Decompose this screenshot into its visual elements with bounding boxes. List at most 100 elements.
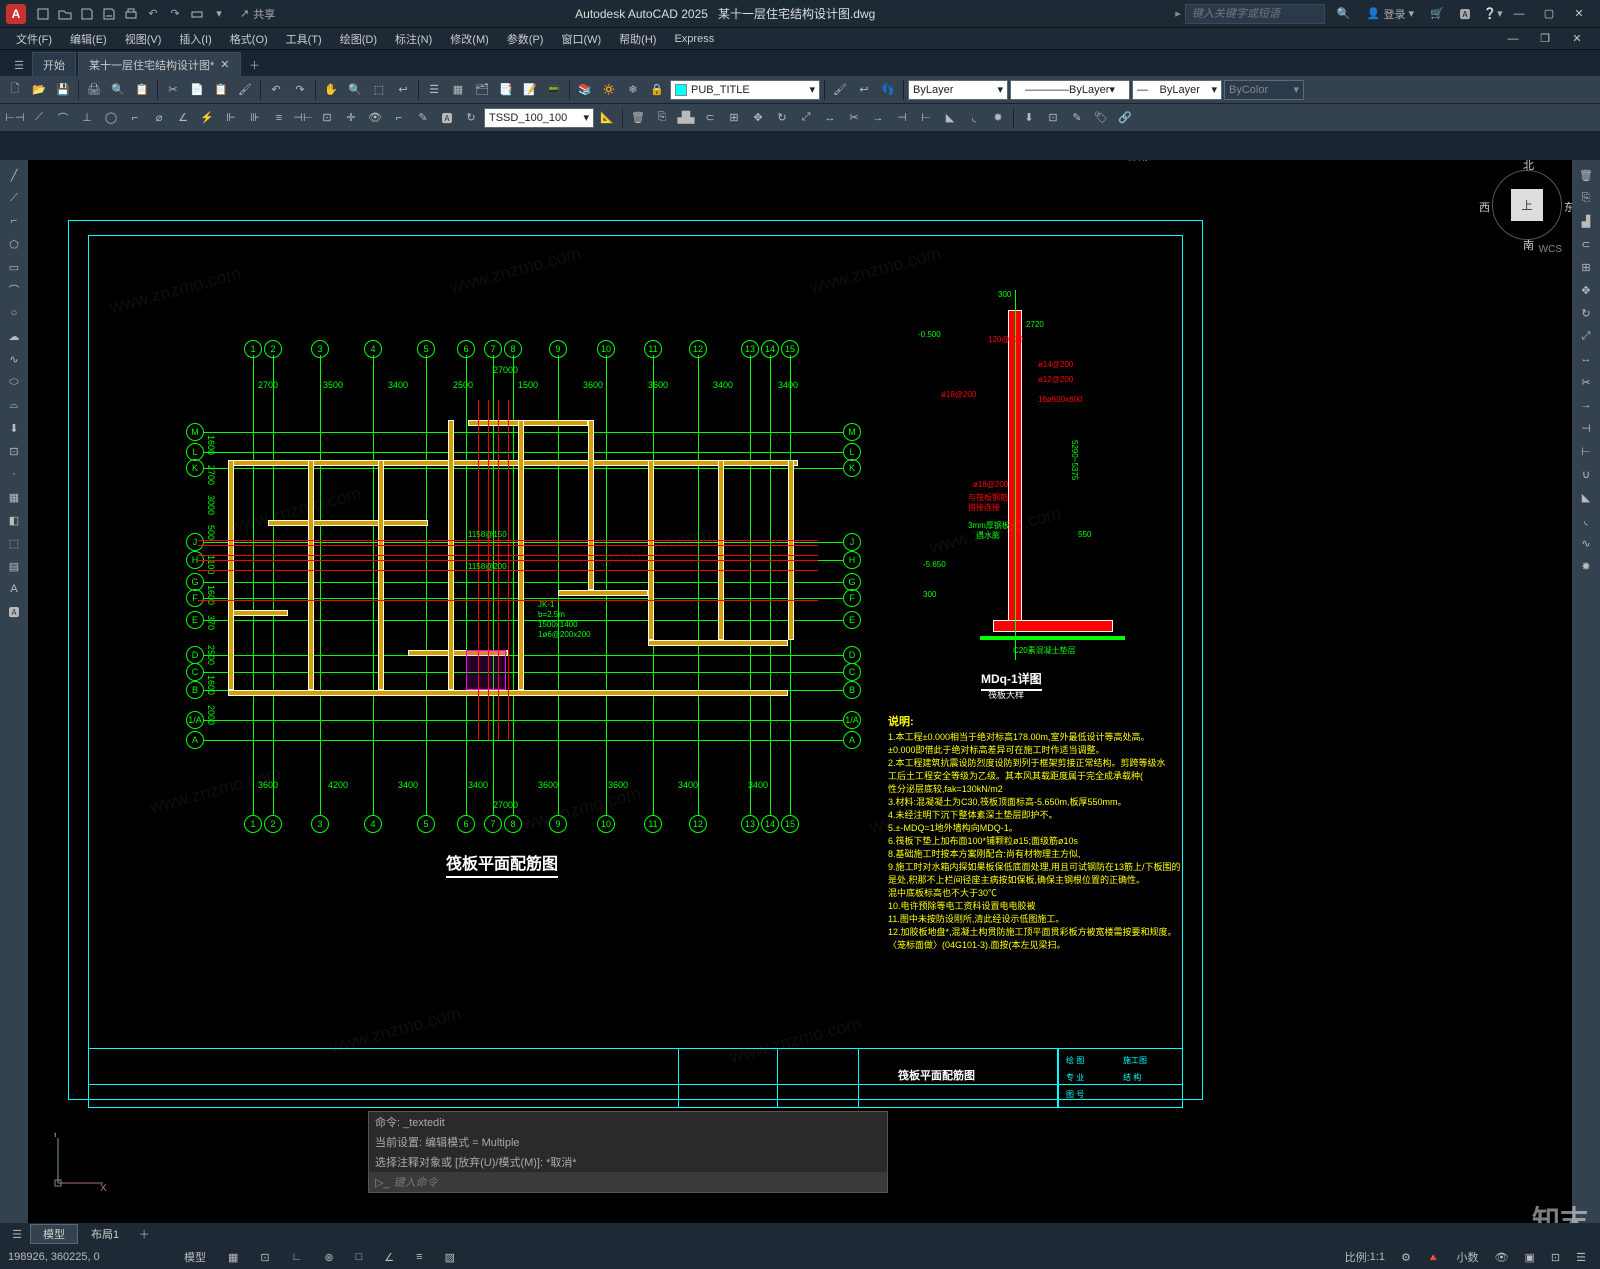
r-mirror-icon[interactable]: ▟: [1574, 210, 1598, 232]
r-array-icon[interactable]: ⊞: [1574, 256, 1598, 278]
menu-file[interactable]: 文件(F): [8, 29, 60, 49]
search-input[interactable]: [1185, 4, 1325, 24]
r2-dimsty-icon[interactable]: 📐: [596, 107, 618, 129]
status-clean-icon[interactable]: ⊡: [1545, 1247, 1566, 1267]
status-model[interactable]: 模型: [178, 1247, 212, 1267]
r1-qcalc-icon[interactable]: 📟: [543, 79, 565, 101]
r1-layeriso-icon[interactable]: ❄: [622, 79, 644, 101]
status-gear-icon[interactable]: ⚙: [1395, 1247, 1417, 1267]
cart-icon[interactable]: 🛒: [1426, 3, 1448, 25]
r2-dimed-icon[interactable]: ✎: [412, 107, 434, 129]
layout-menu-icon[interactable]: ☰: [4, 1223, 30, 1245]
qat-plot-icon[interactable]: [120, 3, 142, 25]
r2-dimjog-icon[interactable]: ⌐: [124, 107, 146, 129]
r-extend-icon[interactable]: →: [1574, 394, 1598, 416]
r2-cmrk-icon[interactable]: ✛: [340, 107, 362, 129]
menu-param[interactable]: 参数(P): [499, 29, 552, 49]
r2-insp-icon[interactable]: 👁: [364, 107, 386, 129]
r2-dimqck-icon[interactable]: ⚡: [196, 107, 218, 129]
menu-insert[interactable]: 插入(I): [171, 29, 219, 49]
r2-join-icon[interactable]: ⊢: [915, 107, 937, 129]
dimstyle-combo[interactable]: TSSD_100_100▾: [484, 108, 594, 128]
r1-layer-icon[interactable]: 📚: [574, 79, 596, 101]
status-osnap-icon[interactable]: □: [350, 1247, 369, 1267]
r2-explode-icon[interactable]: ✸: [987, 107, 1009, 129]
r-blend-icon[interactable]: ∿: [1574, 532, 1598, 554]
command-line[interactable]: 命令: _textedit 当前设置: 编辑模式 = Multiple 选择注释…: [368, 1111, 888, 1193]
r2-dimrad-icon[interactable]: ◯: [100, 107, 122, 129]
r2-dimlin-icon[interactable]: ⊢⊣: [4, 107, 26, 129]
r1-redo2-icon[interactable]: ↷: [289, 79, 311, 101]
circle-icon[interactable]: ○: [2, 302, 26, 324]
r1-preview-icon[interactable]: 🔍: [107, 79, 129, 101]
status-otrack-icon[interactable]: ∠: [378, 1247, 400, 1267]
r-offset-icon[interactable]: ⊂: [1574, 233, 1598, 255]
ellipse-icon[interactable]: ⬭: [2, 371, 26, 393]
status-decimal[interactable]: 小数: [1451, 1247, 1485, 1267]
r2-extend-icon[interactable]: →: [867, 107, 889, 129]
r1-lmatch-icon[interactable]: 🖌: [829, 79, 851, 101]
r2-copy-icon[interactable]: ⎘: [651, 107, 673, 129]
r-copy-icon[interactable]: ⎘: [1574, 187, 1598, 209]
qat-save-icon[interactable]: [76, 3, 98, 25]
r1-cut-icon[interactable]: ✂: [162, 79, 184, 101]
r1-undo2-icon[interactable]: ↶: [265, 79, 287, 101]
ellarc-icon[interactable]: ⌓: [2, 394, 26, 416]
mtext-icon[interactable]: A: [2, 578, 26, 600]
tab-close-icon[interactable]: ✕: [220, 58, 229, 71]
r2-jogln-icon[interactable]: ⌐: [388, 107, 410, 129]
r-scale-icon[interactable]: ⤢: [1574, 325, 1598, 347]
doc-minimize-button[interactable]: —: [1498, 30, 1528, 48]
r2-dimcnt-icon[interactable]: ⊪: [244, 107, 266, 129]
r1-open-icon[interactable]: 📂: [28, 79, 50, 101]
search-btn-icon[interactable]: 🔍: [1333, 3, 1355, 25]
doc-close-button[interactable]: ✕: [1562, 30, 1592, 48]
r1-paste-icon[interactable]: 📋: [210, 79, 232, 101]
menu-help[interactable]: 帮助(H): [611, 29, 664, 49]
r2-dimbas-icon[interactable]: ⊩: [220, 107, 242, 129]
menu-edit[interactable]: 编辑(E): [62, 29, 115, 49]
xline-icon[interactable]: ⟋: [2, 187, 26, 209]
status-ortho-icon[interactable]: ∟: [286, 1247, 309, 1267]
r2-attr-icon[interactable]: 🏷: [1090, 107, 1112, 129]
r1-layerfrz-icon[interactable]: 🔒: [646, 79, 668, 101]
help-dropdown-icon[interactable]: ❔▾: [1482, 3, 1504, 25]
close-button[interactable]: ✕: [1564, 3, 1594, 25]
tab-model[interactable]: 模型: [30, 1224, 78, 1244]
linetype-combo[interactable]: ———— ByLayer ▾: [1010, 80, 1130, 100]
tab-active-drawing[interactable]: 某十一层住宅结构设计图* ✕: [78, 52, 241, 76]
pline-icon[interactable]: ⌐: [2, 210, 26, 232]
qat-print-icon[interactable]: [186, 3, 208, 25]
r1-lwalk-icon[interactable]: 👣: [877, 79, 899, 101]
r2-tol-icon[interactable]: ⊡: [316, 107, 338, 129]
minimize-button[interactable]: —: [1504, 3, 1534, 25]
qat-undo-icon[interactable]: ↶: [142, 3, 164, 25]
doc-restore-button[interactable]: ❐: [1530, 30, 1560, 48]
r2-offset-icon[interactable]: ⊂: [699, 107, 721, 129]
r1-zoom-icon[interactable]: 🔍: [344, 79, 366, 101]
r2-scale-icon[interactable]: ⤢: [795, 107, 817, 129]
line-icon[interactable]: ╱: [2, 164, 26, 186]
r1-props-icon[interactable]: ☰: [423, 79, 445, 101]
menu-draw[interactable]: 绘图(D): [332, 29, 385, 49]
tab-start[interactable]: 开始: [32, 52, 76, 76]
region-icon[interactable]: ⬚: [2, 532, 26, 554]
drawing-canvas[interactable]: 筏板平面配筋图 绘 图 施工图 专 业 结 构 图 号 日 期 2011. 6 …: [28, 160, 1572, 1223]
status-view-icon[interactable]: 👁: [1489, 1247, 1515, 1267]
r-break-icon[interactable]: ⊢: [1574, 440, 1598, 462]
r1-pan-icon[interactable]: ✋: [320, 79, 342, 101]
r2-dimarc-icon[interactable]: ⌒: [52, 107, 74, 129]
qat-open-icon[interactable]: [54, 3, 76, 25]
status-iso-icon[interactable]: ▣: [1519, 1247, 1541, 1267]
r2-chamfer-icon[interactable]: ◣: [939, 107, 961, 129]
rect-icon[interactable]: ▭: [2, 256, 26, 278]
r2-dimang-icon[interactable]: ∠: [172, 107, 194, 129]
r-explode-icon[interactable]: ✸: [1574, 555, 1598, 577]
r-move-icon[interactable]: ✥: [1574, 279, 1598, 301]
r1-sheet-icon[interactable]: 📑: [495, 79, 517, 101]
color-combo[interactable]: ByLayer▾: [908, 80, 1008, 100]
r1-markup-icon[interactable]: 📝: [519, 79, 541, 101]
viewcube[interactable]: 北 南 东 西 上 WCS: [1492, 170, 1562, 260]
status-grid-icon[interactable]: ▦: [222, 1247, 244, 1267]
maximize-button[interactable]: ▢: [1534, 3, 1564, 25]
